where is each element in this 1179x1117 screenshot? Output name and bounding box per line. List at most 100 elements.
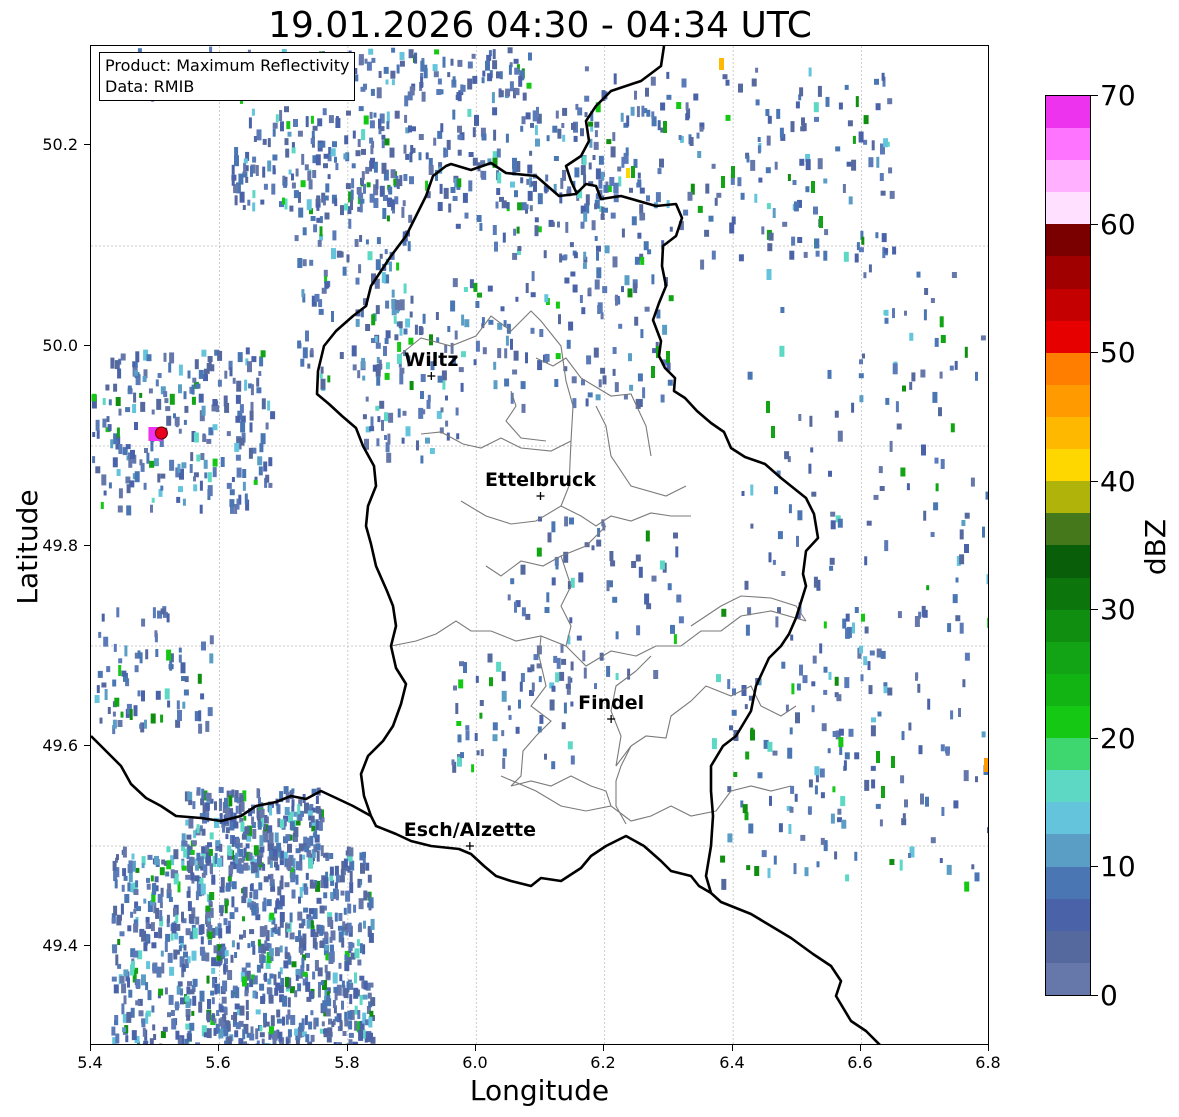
radar-echo-cell: [139, 392, 143, 398]
radar-echo-cell: [788, 824, 792, 834]
radar-echo-cell: [181, 462, 187, 469]
radar-echo-cell: [577, 107, 583, 116]
radar-echo-cell: [192, 978, 198, 987]
colorbar-segment: [1046, 449, 1090, 482]
radar-echo-cell: [170, 1010, 175, 1016]
radar-echo-cell: [615, 294, 618, 306]
radar-echo-cell: [733, 772, 738, 777]
radar-echo-cell: [425, 152, 429, 160]
radar-echo-cell: [214, 983, 218, 995]
radar-echo-strong: [891, 756, 895, 768]
radar-echo-cell: [457, 149, 462, 156]
radar-echo-cell: [160, 485, 164, 491]
radar-echo-cell: [242, 1029, 246, 1040]
radar-echo-cell: [118, 444, 123, 454]
radar-echo-cell: [259, 846, 265, 853]
x-tick-mark: [90, 1045, 91, 1051]
radar-echo-cell: [253, 479, 258, 485]
radar-map[interactable]: Wiltz Ettelbruck Findel Esch/Alzette: [90, 45, 989, 1045]
radar-echo-cell: [332, 141, 337, 148]
radar-echo-cell: [584, 66, 589, 72]
radar-echo-cell: [534, 225, 539, 237]
radar-echo-cell: [196, 790, 201, 796]
radar-echo-cell: [594, 130, 598, 138]
radar-echo-cell: [561, 123, 565, 128]
radar-echo-cell: [243, 162, 247, 174]
radar-echo-cell: [293, 119, 298, 127]
radar-echo-cell: [368, 48, 374, 55]
radar-echo-cell: [195, 916, 200, 925]
radar-echo-cell: [365, 239, 369, 245]
radar-echo-cell: [981, 731, 986, 738]
radar-echo-cell: [870, 725, 876, 737]
radar-echo-cell: [514, 190, 518, 198]
radar-echo-cell: [667, 583, 672, 591]
radar-echo-cell: [253, 845, 259, 856]
radar-echo-cell: [528, 52, 532, 61]
radar-echo-cell: [236, 838, 240, 844]
radar-echo-cell: [889, 190, 895, 199]
radar-echo-cell: [858, 247, 864, 253]
radar-echo-cell: [191, 1010, 195, 1016]
radar-echo-cell: [959, 529, 964, 540]
radar-echo-cell: [721, 608, 727, 617]
radar-echo-cell: [319, 216, 323, 224]
radar-echo-cell: [166, 415, 172, 426]
radar-echo-cell: [344, 954, 348, 961]
radar-echo-cell: [190, 849, 195, 855]
radar-echo-cell: [816, 861, 820, 868]
radar-echo-cell: [820, 837, 825, 845]
radar-echo-cell: [154, 855, 159, 865]
radar-echo-cell: [249, 929, 255, 935]
radar-echo-cell: [117, 963, 122, 969]
radar-echo-cell: [139, 723, 143, 729]
radar-echo-cell: [133, 950, 139, 958]
radar-echo-cell: [746, 155, 750, 163]
radar-echo-cell: [201, 788, 205, 799]
radar-echo-cell: [797, 510, 803, 521]
radar-echo-cell: [408, 125, 412, 133]
radar-echo-cell: [249, 979, 254, 988]
radar-echo-cell: [135, 351, 140, 363]
radar-echo-cell: [420, 391, 424, 399]
radar-echo-cell: [777, 531, 783, 540]
radar-echo-cell: [337, 925, 343, 931]
radar-echo-cell: [243, 815, 247, 821]
radar-echo-cell: [192, 927, 198, 939]
radar-echo-cell: [482, 347, 487, 355]
radar-echo-cell: [245, 347, 250, 355]
radar-echo-cell: [450, 187, 456, 193]
radar-echo-cell: [510, 578, 515, 585]
radar-echo-cell: [378, 71, 382, 78]
radar-echo-cell: [331, 248, 336, 260]
radar-echo-cell: [289, 912, 293, 923]
radar-echo-cell: [675, 546, 679, 558]
radar-echo-cell: [178, 384, 182, 394]
radar-echo-cell: [570, 701, 574, 707]
radar-echo-cell: [461, 84, 466, 92]
radar-echo-cell: [560, 177, 564, 189]
radar-echo-cell: [495, 201, 499, 209]
radar-echo-cell: [390, 169, 396, 179]
radar-echo-cell: [304, 886, 309, 895]
radar-echo-cell: [472, 127, 476, 138]
radar-echo-cell: [263, 876, 269, 883]
radar-echo-cell: [610, 212, 616, 219]
radar-echo-cell: [234, 1030, 239, 1038]
radar-echo-cell: [879, 486, 885, 491]
radar-echo-cell: [779, 345, 785, 357]
radar-echo-cell: [306, 964, 310, 971]
colorbar-tick-mark: [1091, 224, 1098, 225]
radar-echo-cell: [959, 622, 964, 634]
radar-echo-cell: [198, 723, 203, 734]
radar-echo-cell: [362, 414, 367, 420]
radar-echo-cell: [246, 970, 251, 980]
radar-echo-cell: [152, 1024, 156, 1031]
radar-echo-cell: [284, 138, 289, 146]
radar-echo-cell: [401, 206, 405, 218]
radar-echo-cell: [312, 937, 317, 949]
radar-echo-cell: [925, 796, 929, 807]
radar-echo-cell: [521, 116, 526, 125]
radar-echo-cell: [191, 384, 195, 395]
radar-echo-cell: [319, 1028, 323, 1034]
